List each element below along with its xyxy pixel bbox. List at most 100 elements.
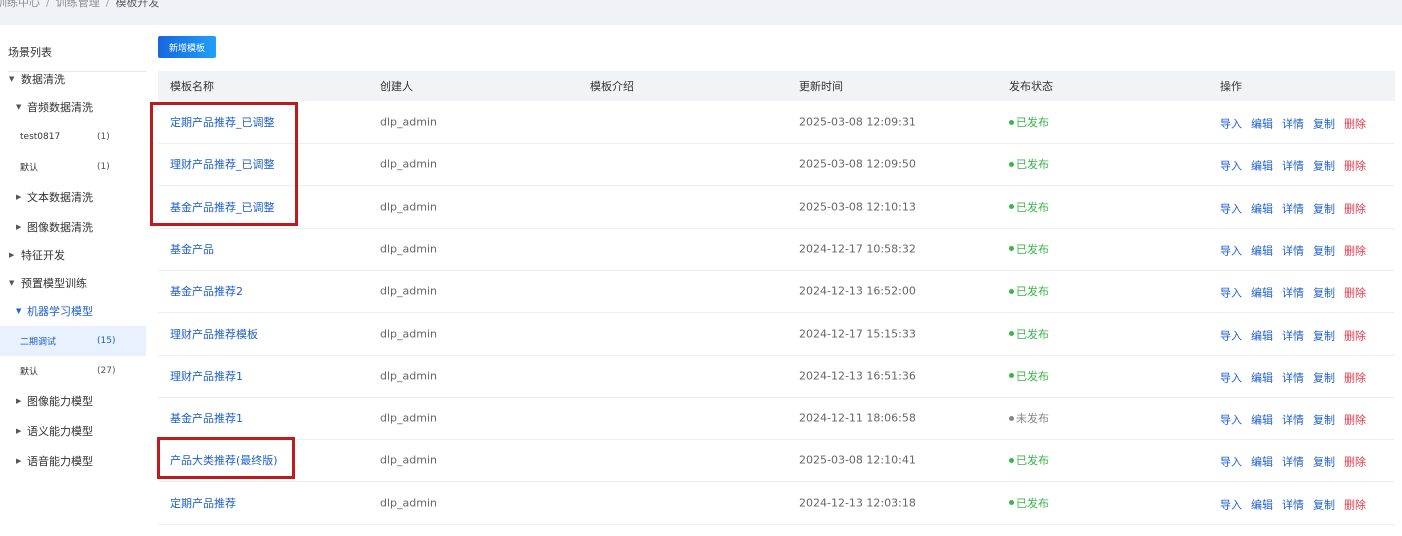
copy-button[interactable]: 复制 — [1313, 329, 1335, 342]
copy-button[interactable]: 复制 — [1313, 456, 1335, 469]
sidebar-tree-item[interactable]: ▶ 图像数据清洗 — [0, 212, 146, 242]
detail-button[interactable]: 详情 — [1282, 244, 1304, 257]
breadcrumb-item-1[interactable]: 训练中心 — [0, 0, 40, 9]
template-name-link[interactable]: 定期产品推荐 — [170, 495, 236, 511]
edit-button[interactable]: 编辑 — [1251, 118, 1273, 131]
copy-button[interactable]: 复制 — [1313, 118, 1335, 131]
copy-button[interactable]: 复制 — [1313, 371, 1335, 384]
detail-button[interactable]: 详情 — [1282, 202, 1304, 215]
status-dot-icon — [1009, 246, 1014, 252]
delete-button[interactable]: 删除 — [1344, 329, 1366, 342]
edit-button[interactable]: 编辑 — [1251, 160, 1273, 173]
caret-down-icon[interactable]: ▼ — [9, 279, 14, 287]
copy-button[interactable]: 复制 — [1313, 498, 1335, 511]
template-name-link[interactable]: 基金产品推荐2 — [170, 283, 243, 299]
copy-button[interactable]: 复制 — [1313, 414, 1335, 427]
import-button[interactable]: 导入 — [1220, 498, 1242, 511]
edit-button[interactable]: 编辑 — [1251, 414, 1273, 427]
detail-button[interactable]: 详情 — [1282, 118, 1304, 131]
delete-button[interactable]: 删除 — [1344, 118, 1366, 131]
import-button[interactable]: 导入 — [1220, 160, 1242, 173]
delete-button[interactable]: 删除 — [1344, 498, 1366, 511]
status-dot-icon — [1009, 119, 1014, 125]
status-badge: 已发布 — [1009, 199, 1049, 215]
breadcrumb-separator: / — [46, 0, 50, 9]
table-row: 理财产品推荐模板 dlp_admin 2024-12-17 15:15:33 已发布 导… — [158, 313, 1395, 356]
sidebar-tree-item[interactable]: ▶ 特征开发 — [0, 240, 146, 270]
detail-button[interactable]: 详情 — [1282, 329, 1304, 342]
delete-button[interactable]: 删除 — [1344, 202, 1366, 215]
caret-right-icon[interactable]: ▶ — [16, 397, 21, 405]
caret-right-icon[interactable]: ▶ — [16, 427, 21, 435]
copy-button[interactable]: 复制 — [1313, 244, 1335, 257]
detail-button[interactable]: 详情 — [1282, 371, 1304, 384]
detail-button[interactable]: 详情 — [1282, 414, 1304, 427]
sidebar-tree-item[interactable]: ▼ 机器学习模型 — [0, 296, 146, 326]
delete-button[interactable]: 删除 — [1344, 371, 1366, 384]
edit-button[interactable]: 编辑 — [1251, 244, 1273, 257]
caret-down-icon[interactable]: ▼ — [9, 75, 14, 83]
import-button[interactable]: 导入 — [1220, 414, 1242, 427]
sidebar-tree-item[interactable]: ▼ 音频数据清洗 — [0, 92, 146, 122]
edit-button[interactable]: 编辑 — [1251, 498, 1273, 511]
sidebar-tree-item[interactable]: 默认 (1) — [0, 152, 146, 182]
sidebar-tree-item-label: 数据清洗 — [21, 73, 65, 86]
status-text: 已发布 — [1016, 496, 1049, 510]
sidebar-tree-item[interactable]: ▼ 数据清洗 — [0, 64, 146, 94]
import-button[interactable]: 导入 — [1220, 118, 1242, 131]
delete-button[interactable]: 删除 — [1344, 456, 1366, 469]
template-name-link[interactable]: 理财产品推荐模板 — [170, 326, 258, 342]
status-badge: 已发布 — [1009, 368, 1049, 384]
import-button[interactable]: 导入 — [1220, 287, 1242, 300]
sidebar-tree-item[interactable]: ▶ 语音能力模型 — [0, 446, 146, 476]
status-badge: 未发布 — [1009, 410, 1049, 426]
sidebar-tree-item[interactable]: 二期调试 (15) — [0, 326, 146, 356]
caret-down-icon[interactable]: ▼ — [16, 307, 21, 315]
import-button[interactable]: 导入 — [1220, 371, 1242, 384]
add-template-button[interactable]: 新增模板 — [158, 36, 216, 58]
detail-button[interactable]: 详情 — [1282, 160, 1304, 173]
delete-button[interactable]: 删除 — [1344, 287, 1366, 300]
template-name-link[interactable]: 基金产品 — [170, 241, 214, 257]
import-button[interactable]: 导入 — [1220, 329, 1242, 342]
sidebar-tree-item[interactable]: ▶ 图像能力模型 — [0, 386, 146, 416]
delete-button[interactable]: 删除 — [1344, 160, 1366, 173]
sidebar-tree-item[interactable]: ▶ 文本数据清洗 — [0, 182, 146, 212]
sidebar-tree-item[interactable]: ▼ 预置模型训练 — [0, 268, 146, 298]
import-button[interactable]: 导入 — [1220, 244, 1242, 257]
detail-button[interactable]: 详情 — [1282, 456, 1304, 469]
template-name-link[interactable]: 基金产品推荐1 — [170, 410, 243, 426]
copy-button[interactable]: 复制 — [1313, 287, 1335, 300]
sidebar-tree-item[interactable]: 默认 (27) — [0, 356, 146, 386]
delete-button[interactable]: 删除 — [1344, 244, 1366, 257]
edit-button[interactable]: 编辑 — [1251, 456, 1273, 469]
detail-button[interactable]: 详情 — [1282, 287, 1304, 300]
caret-right-icon[interactable]: ▶ — [16, 193, 21, 201]
creator-cell: dlp_admin — [380, 496, 437, 510]
edit-button[interactable]: 编辑 — [1251, 287, 1273, 300]
copy-button[interactable]: 复制 — [1313, 202, 1335, 215]
template-name-link[interactable]: 理财产品推荐1 — [170, 368, 243, 384]
update-time-cell: 2024-12-13 16:52:00 — [799, 284, 916, 298]
edit-button[interactable]: 编辑 — [1251, 371, 1273, 384]
import-button[interactable]: 导入 — [1220, 202, 1242, 215]
sidebar-tree-item[interactable]: ▶ 语义能力模型 — [0, 416, 146, 446]
status-badge: 已发布 — [1009, 241, 1049, 257]
edit-button[interactable]: 编辑 — [1251, 329, 1273, 342]
status-text: 已发布 — [1016, 285, 1049, 299]
caret-right-icon[interactable]: ▶ — [16, 223, 21, 231]
delete-button[interactable]: 删除 — [1344, 414, 1366, 427]
row-operations: 导入 编辑 详情 复制 删除 — [1220, 239, 1366, 258]
row-operations: 导入 编辑 详情 复制 删除 — [1220, 155, 1366, 174]
sidebar-tree-item-label: 音频数据清洗 — [27, 101, 93, 114]
sidebar-tree-item[interactable]: test0817 (1) — [0, 122, 146, 152]
import-button[interactable]: 导入 — [1220, 456, 1242, 469]
breadcrumb-item-2[interactable]: 训练管理 — [56, 0, 100, 9]
edit-button[interactable]: 编辑 — [1251, 202, 1273, 215]
copy-button[interactable]: 复制 — [1313, 160, 1335, 173]
caret-down-icon[interactable]: ▼ — [16, 103, 21, 111]
caret-right-icon[interactable]: ▶ — [9, 251, 14, 259]
caret-right-icon[interactable]: ▶ — [16, 457, 21, 465]
detail-button[interactable]: 详情 — [1282, 498, 1304, 511]
row-operations: 导入 编辑 详情 复制 删除 — [1220, 197, 1366, 216]
